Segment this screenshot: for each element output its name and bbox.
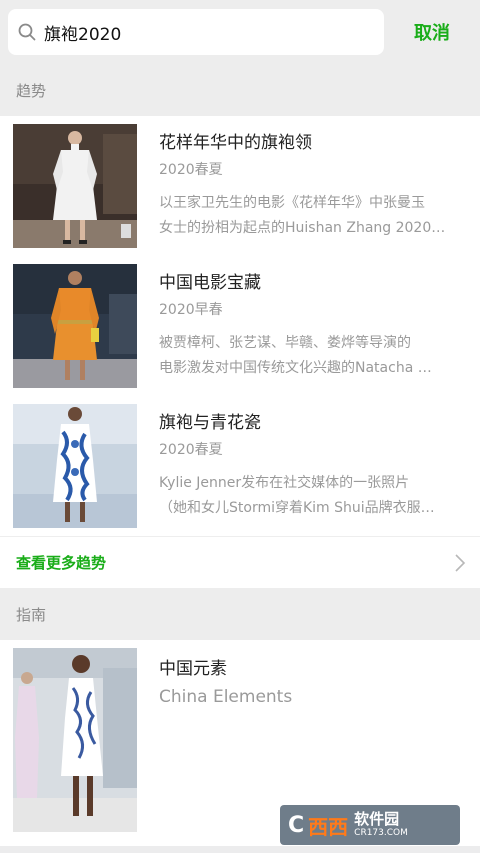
trend-description-line: 被贾樟柯、张艺谋、毕赣、娄烨等导演的 (159, 335, 411, 351)
section-header-trends: 趋势 (0, 64, 480, 116)
search-bar: 旗袍2020 取消 (0, 0, 480, 64)
guide-subtitle: China Elements (159, 687, 293, 707)
trend-description-line: 女士的扮相为起点的Huishan Zhang 2020… (159, 220, 446, 236)
trend-description-line: （她和女儿Stormi穿着Kim Shui品牌衣服… (159, 500, 435, 516)
search-icon (18, 23, 36, 41)
watermark-url: CR173.COM (354, 828, 408, 838)
watermark-name: 西西 (308, 814, 349, 839)
guide-thumbnail (13, 648, 137, 832)
trend-description: Kylie Jenner发布在社交媒体的一张照片 （她和女儿Stormi穿着Ki… (159, 471, 464, 521)
trend-season: 2020春夏 (159, 442, 223, 458)
trend-title: 中国电影宝藏 (159, 273, 261, 293)
more-trends-link[interactable]: 查看更多趋势 (0, 536, 480, 588)
trend-thumbnail (13, 404, 137, 528)
trend-description-line: 电影激发对中国传统文化兴趣的Natacha … (159, 360, 432, 376)
trend-season: 2020早春 (159, 302, 223, 318)
chevron-right-icon (454, 553, 466, 577)
guide-title: 中国元素 (159, 659, 227, 679)
trend-title: 旗袍与青花瓷 (159, 413, 261, 433)
watermark-logo: C 西西 软件园 CR173.COM (280, 805, 460, 845)
more-trends-label: 查看更多趋势 (16, 554, 107, 572)
trend-card[interactable]: 旗袍与青花瓷 2020春夏 Kylie Jenner发布在社交媒体的一张照片 （… (0, 396, 480, 536)
search-input[interactable]: 旗袍2020 (8, 9, 384, 55)
trend-thumbnail (13, 124, 137, 248)
trend-season: 2020春夏 (159, 162, 223, 178)
trend-title: 花样年华中的旗袍领 (159, 133, 312, 153)
trend-card[interactable]: 花样年华中的旗袍领 2020春夏 以王家卫先生的电影《花样年华》中张曼玉 女士的… (0, 116, 480, 256)
trend-description: 被贾樟柯、张艺谋、毕赣、娄烨等导演的 电影激发对中国传统文化兴趣的Natacha… (159, 331, 464, 381)
trend-thumbnail (13, 264, 137, 388)
watermark-logo-icon: C (288, 812, 305, 838)
trend-description: 以王家卫先生的电影《花样年华》中张曼玉 女士的扮相为起点的Huishan Zha… (159, 191, 464, 241)
trend-list: 花样年华中的旗袍领 2020春夏 以王家卫先生的电影《花样年华》中张曼玉 女士的… (0, 116, 480, 588)
section-header-guide: 指南 (0, 588, 480, 640)
trend-card[interactable]: 中国电影宝藏 2020早春 被贾樟柯、张艺谋、毕赣、娄烨等导演的 电影激发对中国… (0, 256, 480, 396)
watermark-brand: 软件园 (354, 810, 400, 828)
cancel-button[interactable]: 取消 (414, 19, 450, 45)
search-query[interactable]: 旗袍2020 (44, 20, 121, 45)
trend-description-line: 以王家卫先生的电影《花样年华》中张曼玉 (159, 195, 425, 211)
trend-description-line: Kylie Jenner发布在社交媒体的一张照片 (159, 475, 410, 491)
